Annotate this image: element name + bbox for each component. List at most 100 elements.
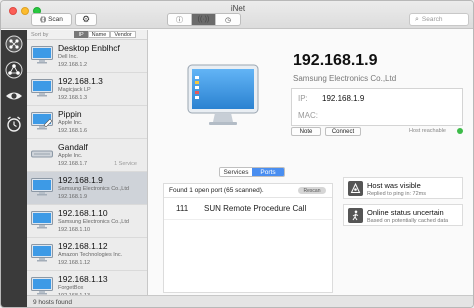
monitor-icon bbox=[31, 178, 53, 196]
network-overview-button[interactable] bbox=[4, 34, 24, 54]
eye-icon bbox=[6, 92, 22, 100]
port-service: SUN Remote Procedure Call bbox=[204, 204, 307, 213]
network-nodes-icon bbox=[5, 35, 23, 53]
topology-icon bbox=[5, 61, 23, 79]
host-ip: 192.168.1.3 bbox=[58, 95, 88, 101]
reachability-label: Host reachable bbox=[409, 128, 446, 134]
host-list-item[interactable]: 192.168.1.3 Magicjack LP 192.168.1.3 bbox=[27, 73, 147, 106]
mac-label: MAC: bbox=[298, 111, 318, 120]
host-vendor: ForgetBox bbox=[58, 285, 84, 291]
toolbar: iNet ((·)) Scan ⚙ ⓘ ((·)) ◷ ⌕ Search bbox=[1, 1, 473, 29]
host-name: 192.168.1.13 bbox=[58, 274, 108, 284]
alarm-view-button[interactable] bbox=[4, 114, 24, 134]
port-number: 111 bbox=[176, 204, 189, 213]
host-ip: 192.168.1.6 bbox=[58, 128, 88, 134]
host-list-item[interactable]: 192.168.1.9 Samsung Electronics Co.,Ltd 19… bbox=[27, 172, 147, 205]
sort-bar: Sort by IP Name Vendor bbox=[27, 30, 147, 40]
sort-by-vendor-button[interactable]: Vendor bbox=[110, 31, 136, 38]
connect-button[interactable]: Connect bbox=[325, 127, 361, 136]
view-mode-segmented-control: ⓘ ((·)) ◷ bbox=[167, 13, 241, 26]
host-name: Gandalf bbox=[58, 142, 88, 152]
host-detail-pane: 192.168.1.9 Samsung Electronics Co.,Ltd … bbox=[149, 30, 473, 295]
ports-summary: Found 1 open port (65 scanned). bbox=[169, 187, 264, 194]
monitor-view-button[interactable] bbox=[4, 86, 24, 106]
status-bar: 9 hosts found bbox=[27, 295, 473, 307]
scan-button[interactable]: ((·)) Scan bbox=[31, 13, 72, 26]
large-monitor-icon bbox=[187, 64, 259, 125]
host-ip: 192.168.1.10 bbox=[58, 227, 91, 233]
host-list-item[interactable]: Pippin Apple Inc. 192.168.1.6 bbox=[27, 106, 147, 139]
online-status-subtitle: Based on potentially cached data bbox=[367, 218, 449, 224]
ports-panel: Found 1 open port (65 scanned). Rescan 1… bbox=[163, 183, 333, 293]
host-list-item[interactable]: 192.168.1.10 Samsung Electronics Co.,Ltd 1… bbox=[27, 205, 147, 238]
sort-by-ip-button[interactable]: IP bbox=[74, 31, 88, 38]
host-vendor: Magicjack LP bbox=[58, 87, 91, 93]
topology-button[interactable] bbox=[4, 60, 24, 80]
host-name: 192.168.1.10 bbox=[58, 208, 108, 218]
scan-button-label: Scan bbox=[48, 16, 63, 23]
host-vendor: Samsung Electronics Co.,Ltd bbox=[293, 74, 397, 83]
tab-ports[interactable]: Ports bbox=[252, 168, 284, 176]
tab-services[interactable]: Services bbox=[220, 168, 252, 176]
ip-value[interactable]: 192.168.1.9 bbox=[322, 94, 364, 103]
online-status-title: Online status uncertain bbox=[367, 208, 444, 217]
host-vendor: Samsung Electronics Co.,Ltd bbox=[58, 186, 129, 192]
walking-person-icon bbox=[348, 208, 363, 223]
search-input[interactable]: ⌕ Search bbox=[409, 13, 469, 26]
sort-by-name-button[interactable]: Name bbox=[87, 31, 111, 38]
host-list-item[interactable]: Desktop Enblhcf Dell Inc. 192.168.1.2 bbox=[27, 40, 147, 73]
search-icon: ⌕ bbox=[415, 15, 419, 23]
port-row[interactable]: 111 SUN Remote Procedure Call bbox=[164, 198, 332, 220]
host-address-box: IP: 192.168.1.9 MAC: bbox=[291, 88, 463, 126]
host-list-item[interactable]: Gandalf Apple Inc. 192.168.1.7 1 Service bbox=[27, 139, 147, 172]
pencil-monitor-icon bbox=[31, 112, 53, 130]
host-list-item[interactable]: 192.168.1.13ForgetBox192.168.1.13 bbox=[27, 271, 147, 295]
host-visible-card: Host was visible Replied to ping in: 72m… bbox=[343, 177, 463, 199]
host-services: 1 Service bbox=[114, 161, 137, 167]
host-ip: 192.168.1.7 bbox=[58, 161, 88, 167]
mac-mini-icon bbox=[31, 145, 53, 163]
host-list-item[interactable]: 192.168.1.12 Amazon Technologies Inc. 192.… bbox=[27, 238, 147, 271]
monitor-icon bbox=[31, 277, 53, 295]
gear-icon: ⚙ bbox=[81, 14, 91, 24]
info-view-button[interactable]: ⓘ bbox=[168, 14, 192, 25]
host-ip: 192.168.1.2 bbox=[58, 62, 88, 68]
clock-icon: ◷ bbox=[224, 16, 232, 24]
monitor-icon bbox=[31, 211, 53, 229]
window-title: iNet bbox=[230, 4, 246, 13]
search-placeholder: Search bbox=[421, 16, 443, 23]
host-visible-subtitle: Replied to ping in: 72ms bbox=[367, 191, 427, 197]
history-view-button[interactable]: ◷ bbox=[216, 14, 240, 25]
host-vendor: Dell Inc. bbox=[58, 54, 78, 60]
detail-tabs: Services Ports bbox=[219, 167, 285, 177]
monitor-icon bbox=[31, 46, 53, 64]
host-list: Sort by IP Name Vendor Desktop Enblhcf De… bbox=[27, 30, 148, 295]
wifi-signal-icon: ((·)) bbox=[197, 16, 210, 23]
rescan-button[interactable]: Rescan bbox=[298, 187, 326, 194]
host-title: 192.168.1.9 bbox=[293, 52, 378, 69]
online-status-card: Online status uncertain Based on potenti… bbox=[343, 204, 463, 226]
monitor-icon bbox=[31, 79, 53, 97]
host-vendor: Apple Inc. bbox=[58, 120, 83, 126]
settings-button[interactable]: ⚙ bbox=[75, 13, 97, 26]
network-view-button[interactable]: ((·)) bbox=[192, 14, 216, 25]
host-visible-title: Host was visible bbox=[367, 181, 421, 190]
monitor-icon bbox=[31, 244, 53, 262]
note-button[interactable]: Note bbox=[291, 127, 321, 136]
sidebar-rail bbox=[1, 30, 27, 307]
host-name: Desktop Enblhcf bbox=[58, 43, 120, 53]
sort-label: Sort by bbox=[31, 31, 49, 38]
app-window: iNet ((·)) Scan ⚙ ⓘ ((·)) ◷ ⌕ Search Sor… bbox=[0, 0, 474, 308]
host-ip: 192.168.1.12 bbox=[58, 260, 91, 266]
ping-icon bbox=[348, 181, 363, 196]
host-name: Pippin bbox=[58, 109, 82, 119]
mac-row: MAC: bbox=[298, 111, 318, 120]
reachability-indicator bbox=[457, 128, 463, 134]
host-vendor: Amazon Technologies Inc. bbox=[58, 252, 123, 258]
ip-row: IP: 192.168.1.9 bbox=[298, 94, 364, 103]
alarm-clock-icon bbox=[7, 116, 21, 132]
host-ip: 192.168.1.9 bbox=[58, 194, 88, 200]
info-icon: ⓘ bbox=[176, 16, 183, 24]
host-vendor: Samsung Electronics Co.,Ltd bbox=[58, 219, 129, 225]
host-name: 192.168.1.3 bbox=[58, 76, 103, 86]
